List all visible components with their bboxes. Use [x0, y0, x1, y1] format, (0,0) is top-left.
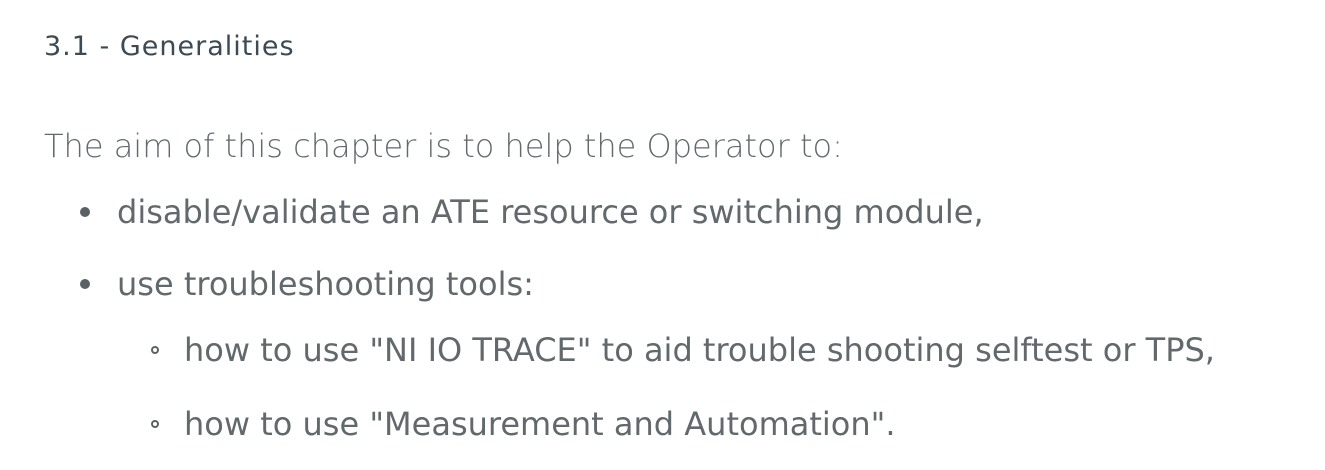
sublist-item-text: how to use "Measurement and Automation".	[184, 405, 896, 443]
list-item: disable/validate an ATE resource or swit…	[80, 190, 984, 234]
sublist-item: how to use "NI IO TRACE" to aid trouble …	[151, 328, 1215, 372]
sublist-item-text: how to use "NI IO TRACE" to aid trouble …	[184, 331, 1215, 369]
circle-bullet-icon	[151, 420, 159, 428]
list-item-text: use troubleshooting tools:	[117, 265, 534, 303]
sublist-item: how to use "Measurement and Automation".	[151, 402, 896, 446]
circle-bullet-icon	[151, 346, 159, 354]
intro-paragraph: The aim of this chapter is to help the O…	[44, 127, 843, 165]
list-item-text: disable/validate an ATE resource or swit…	[117, 193, 984, 231]
list-item: use troubleshooting tools:	[80, 262, 534, 306]
section-heading: 3.1 - Generalities	[44, 31, 295, 62]
document-section: 3.1 - Generalities The aim of this chapt…	[44, 0, 1325, 470]
disc-bullet-icon	[80, 279, 90, 289]
disc-bullet-icon	[80, 207, 90, 217]
